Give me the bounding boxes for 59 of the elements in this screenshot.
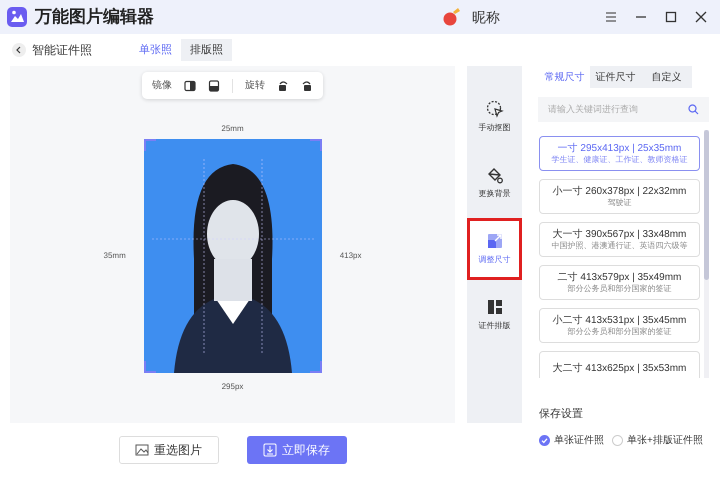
size-tab[interactable]: 自定义	[641, 66, 692, 88]
pixel-width-label: 295px	[222, 381, 244, 393]
size-option[interactable]: 大一寸 390x567px | 33x48mm 中国护照、港澳通行证、英语四六级等	[539, 222, 700, 257]
width-label: 25mm	[221, 123, 244, 135]
download-icon	[263, 443, 277, 457]
tool-item[interactable]: 证件排版	[467, 284, 522, 346]
height-label: 35mm	[104, 250, 127, 262]
size-title: 二寸 413x579px | 35x49mm	[558, 270, 682, 284]
size-title: 大一寸 390x567px | 33x48mm	[552, 228, 686, 241]
size-usage: 部分公务员和部分国家的签证	[568, 326, 672, 338]
save-button[interactable]: 立即保存	[246, 436, 346, 464]
tool-item[interactable]: 手动抠图	[467, 86, 522, 148]
back-chevron-icon	[15, 46, 23, 54]
scrollbar-thumb[interactable]	[704, 130, 709, 280]
save-option[interactable]: 单张+排版证件照	[612, 432, 703, 448]
toolbar-label: 镜像	[152, 78, 172, 93]
search-icon	[688, 104, 699, 115]
rotate-left-icon[interactable]	[277, 80, 289, 92]
tool-item[interactable]: 更换背景	[467, 152, 522, 214]
size-usage: 部分公务员和部分国家的签证	[568, 284, 672, 294]
toolbar-label: 旋转	[245, 78, 265, 93]
size-tab[interactable]: 证件尺寸	[590, 66, 641, 88]
size-option[interactable]: 一寸 295x413px | 25x35mm 学生证、健康证、工作证、教师资格证	[539, 136, 700, 171]
layout-grid-icon	[486, 298, 504, 316]
size-title: 大二寸 413x625px | 35x53mm	[552, 362, 686, 375]
tool-item[interactable]: 调整尺寸	[467, 218, 522, 280]
size-option[interactable]: 二寸 413x579px | 35x49mm 部分公务员和部分国家的签证	[539, 265, 700, 300]
pixel-height-label: 413px	[338, 250, 362, 262]
size-option[interactable]: 小一寸 260x378px | 22x32mm 驾驶证	[539, 179, 700, 214]
maximize-icon[interactable]	[664, 10, 678, 24]
size-title: 小二寸 413x531px | 35x45mm	[552, 314, 686, 327]
dashed-circle-cursor-icon	[486, 100, 504, 118]
size-tab[interactable]: 常规尺寸	[539, 66, 590, 88]
search-field[interactable]: 请输入关键词进行查询	[538, 97, 709, 122]
size-title: 小一寸 260x378px | 22x32mm	[552, 184, 686, 198]
flip-vertical-icon[interactable]	[208, 80, 220, 92]
back-button[interactable]	[12, 43, 26, 57]
flip-horizontal-icon[interactable]	[184, 80, 196, 92]
user-nickname[interactable]: 昵称	[472, 6, 500, 28]
view-tab[interactable]: 排版照	[181, 39, 232, 61]
size-usage: 中国护照、港澳通行证、英语四六级等	[552, 240, 688, 252]
size-option[interactable]: 大二寸 413x625px | 35x53mm	[539, 351, 700, 378]
image-icon	[135, 443, 149, 457]
paint-bucket-icon	[486, 166, 504, 184]
app-logo-icon	[6, 6, 28, 28]
save-option[interactable]: 单张证件照	[539, 432, 604, 448]
size-usage: 驾驶证	[608, 198, 632, 208]
search-input: 请输入关键词进行查询	[548, 102, 688, 116]
reselect-button[interactable]: 重选图片	[118, 436, 218, 464]
rotate-right-icon[interactable]	[301, 80, 313, 92]
size-title: 一寸 295x413px | 25x35mm	[558, 142, 682, 155]
resize-icon	[486, 232, 504, 250]
page-title: 智能证件照	[32, 42, 92, 59]
size-usage: 学生证、健康证、工作证、教师资格证	[552, 154, 688, 166]
menu-icon[interactable]	[604, 10, 618, 24]
save-settings-title: 保存设置	[539, 407, 584, 422]
size-option[interactable]: 小二寸 413x531px | 35x45mm 部分公务员和部分国家的签证	[539, 308, 700, 343]
app-title: 万能图片编辑器	[35, 6, 154, 28]
close-icon[interactable]	[694, 10, 708, 24]
